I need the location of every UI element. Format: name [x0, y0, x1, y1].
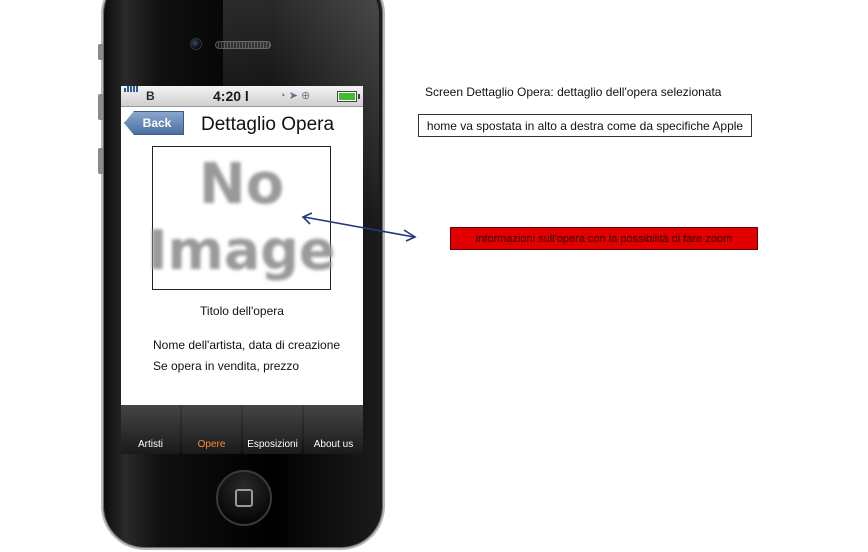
- tab-artisti[interactable]: Artisti: [121, 405, 180, 454]
- annotation-home-note: home va spostata in alto a destra come d…: [418, 114, 752, 137]
- battery-icon: [337, 91, 360, 102]
- status-time: 4:20 l: [213, 88, 249, 104]
- volume-up-button: [98, 94, 103, 120]
- page-title: Dettaglio Opera: [201, 114, 335, 135]
- volume-down-button: [98, 148, 103, 174]
- back-button[interactable]: Back: [124, 111, 184, 135]
- phone-screen: B 4:20 l ◔ ➤ ⊕ Back Dettaglio Opera No I…: [121, 86, 363, 454]
- status-bar: B 4:20 l ◔ ➤ ⊕: [121, 86, 363, 107]
- home-button[interactable]: [216, 470, 272, 526]
- tab-about-us[interactable]: About us: [304, 405, 363, 454]
- speaker-grille: [215, 41, 271, 49]
- tab-opere[interactable]: Opere: [182, 405, 241, 454]
- tab-bar: Artisti Opere Esposizioni About us: [121, 405, 363, 454]
- artwork-artist-date: Nome dell'artista, data di creazione: [153, 338, 341, 352]
- no-image-text-line1: No: [198, 152, 285, 217]
- annotation-screen-title: Screen Dettaglio Opera: dettaglio dell'o…: [425, 85, 722, 99]
- status-icons: ◔ ➤ ⊕: [279, 89, 310, 102]
- artwork-info: Nome dell'artista, data di creazione Se …: [153, 335, 343, 377]
- alarm-icon: ⊕: [301, 90, 311, 102]
- mute-switch: [98, 44, 103, 60]
- location-arrow-icon: ➤: [288, 90, 298, 102]
- home-square-icon: [235, 489, 253, 507]
- annotation-info-note: informazioni sull'opera con la possibili…: [450, 227, 758, 250]
- lock-rotation-icon: ◔: [279, 90, 286, 102]
- tab-esposizioni[interactable]: Esposizioni: [243, 405, 302, 454]
- artwork-title: Titolo dell'opera: [200, 304, 284, 318]
- artwork-price: Se opera in vendita, prezzo: [153, 359, 300, 373]
- carrier-label: B: [146, 89, 155, 103]
- front-camera-icon: [190, 38, 202, 50]
- annotation-arrow-icon: [301, 212, 417, 242]
